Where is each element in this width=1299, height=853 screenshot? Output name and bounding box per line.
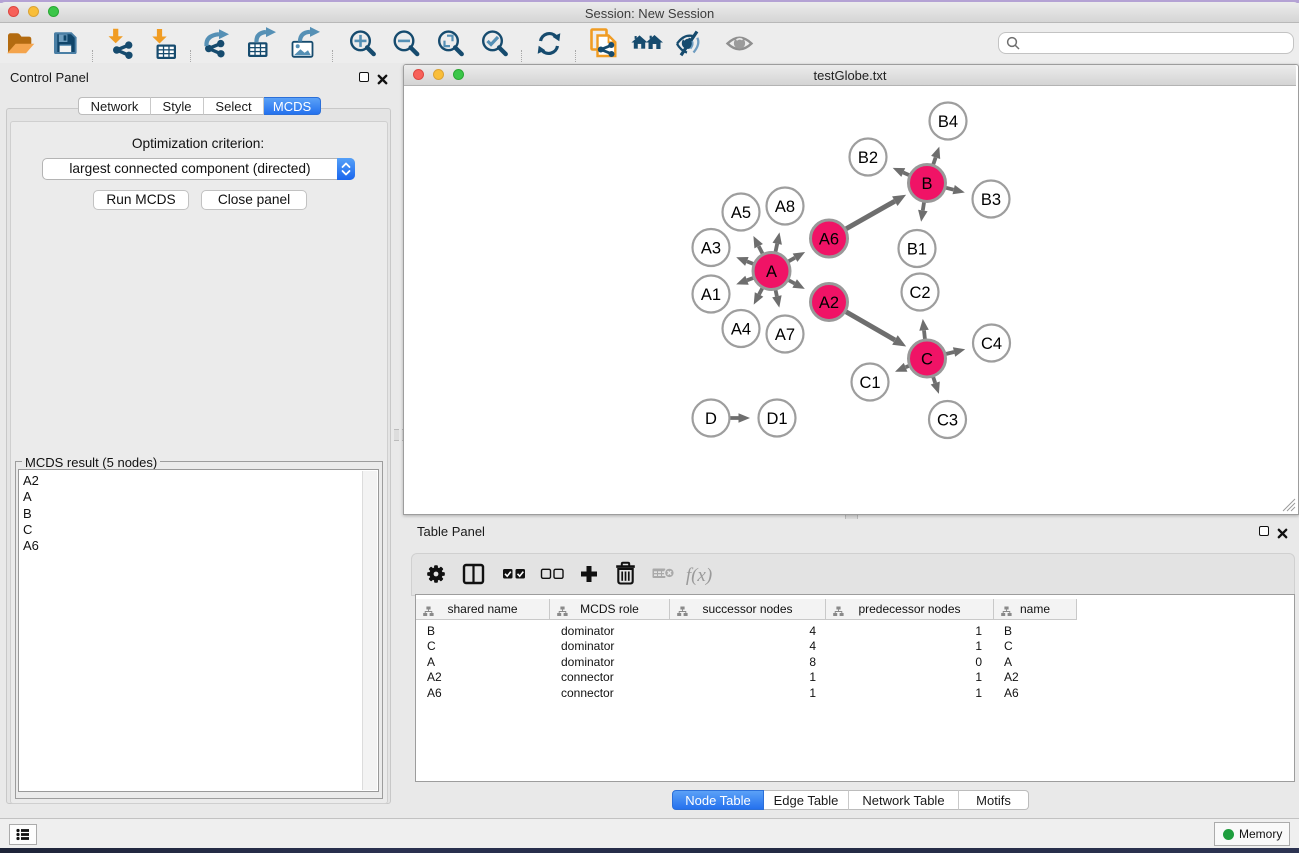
svg-text:C1: C1 [859, 374, 880, 392]
svg-text:A4: A4 [731, 321, 751, 339]
svg-text:B1: B1 [907, 241, 927, 259]
svg-text:f(x): f(x) [686, 565, 712, 586]
svg-text:D1: D1 [766, 410, 787, 428]
svg-text:A3: A3 [701, 240, 721, 258]
svg-text:C4: C4 [981, 335, 1002, 353]
svg-text:B: B [921, 175, 932, 193]
svg-text:A5: A5 [731, 204, 751, 222]
svg-text:C2: C2 [909, 284, 930, 302]
svg-text:C3: C3 [937, 412, 958, 430]
svg-text:A: A [766, 263, 777, 281]
svg-text:A6: A6 [819, 231, 839, 249]
svg-text:C: C [921, 351, 933, 369]
svg-text:A8: A8 [775, 198, 795, 216]
svg-text:A2: A2 [819, 294, 839, 312]
svg-text:D: D [705, 410, 717, 428]
svg-text:B2: B2 [858, 149, 878, 167]
svg-text:A7: A7 [775, 326, 795, 344]
svg-text:B3: B3 [981, 191, 1001, 209]
svg-text:B4: B4 [938, 113, 958, 131]
svg-text:A1: A1 [701, 286, 721, 304]
